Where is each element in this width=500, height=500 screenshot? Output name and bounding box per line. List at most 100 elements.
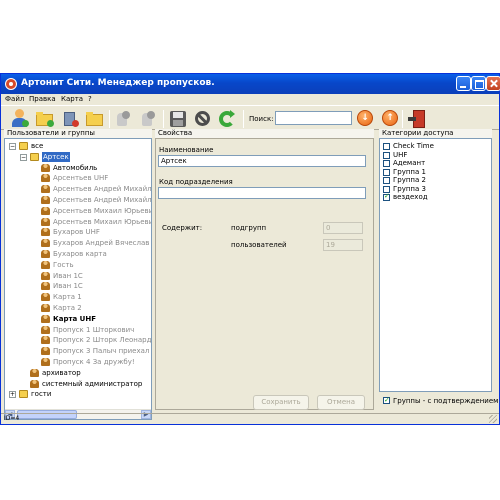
user-icon [41,250,50,258]
user-icon [41,314,50,323]
minimize-button[interactable] [456,76,471,91]
tree-item-label: Арсентьев Михаил Юрьевич [53,217,152,226]
tree-item-label: Карта UHF [53,314,96,323]
access-categories-list: Check Time UHF Адемант Группа 1 Группа 2 Груп… [379,138,492,392]
access-category-checkbox[interactable] [383,151,390,159]
user-icon [41,347,50,356]
tree-user-row[interactable]: Арсентьев Андрей Михайлови [5,184,151,194]
add-user-button[interactable] [10,109,30,129]
name-input[interactable]: Артсек [158,155,366,167]
tree-user-row[interactable]: Арсентьев UHF [5,173,151,183]
properties-header: Свойства [155,129,374,138]
resize-grip[interactable] [489,415,497,423]
refresh-icon[interactable] [217,109,237,129]
user-icon [41,271,50,280]
menu-help[interactable]: ? [88,95,92,103]
tree-user-row[interactable]: Иван 1С [5,281,151,291]
user-icon [41,293,50,302]
search-down-icon[interactable]: ↓ [357,110,373,126]
tree-group-row[interactable]: + гости [5,389,151,399]
add-group-button[interactable] [35,109,55,129]
search-input[interactable] [275,111,352,125]
user-icon [41,163,50,172]
tree-user-row[interactable]: Арсентьев Михаил Юрьевич [5,206,151,216]
close-button[interactable] [486,76,500,91]
tree-user-row[interactable]: Бухаров UHF [5,227,151,237]
subgroups-count: 0 [323,222,363,234]
user-icon [41,304,50,312]
maximize-button[interactable] [471,76,486,91]
paste-rights-button[interactable] [139,109,159,129]
user-icon [41,282,50,291]
tree-user-row[interactable]: Арсентьев Андрей Михайлови [5,195,151,205]
tree-user-row[interactable]: Карта 1 [5,292,151,302]
tree-item-label: гости [31,390,52,399]
access-category-checkbox[interactable] [383,177,390,184]
delete-button[interactable] [60,109,80,129]
tree-user-row[interactable]: Пропуск 3 Палыч приехал [5,346,151,356]
window-title: Артонит Сити. Менеджер пропусков. [21,78,215,88]
menu-edit[interactable]: Правка [29,95,56,103]
user-icon [41,174,50,183]
exit-icon[interactable] [407,109,427,129]
tree-user-row[interactable]: Карта 2 [5,303,151,313]
tree-group-row[interactable]: − Артсек [5,151,151,162]
menu-file[interactable]: Файл [5,95,24,103]
collapse-icon[interactable]: − [9,143,16,150]
access-category-checkbox[interactable] [383,168,390,176]
tree-user-row[interactable]: Автомобиль [5,163,151,173]
tree-user-row[interactable]: Гость [5,260,151,270]
app-logo-icon [5,78,17,90]
user-icon [41,239,50,248]
tree-user-row[interactable]: Пропуск 2 Шторк Леонарды [5,335,151,345]
tree-user-row[interactable]: Пропуск 1 Шторкович [5,325,151,335]
tree-user-row[interactable]: Иван 1С [5,271,151,281]
folder-icon[interactable] [85,109,105,129]
tree-item-label: Арсентьев Андрей Михайлови [53,185,152,194]
expand-icon[interactable]: + [9,391,16,399]
tree-user-row[interactable]: системный администратор [5,379,151,389]
status-bar: ID=4 [1,413,499,424]
collapse-icon[interactable]: − [20,153,27,161]
tree-item-label: Пропуск 3 Палыч приехал [53,347,150,356]
user-icon [30,368,39,377]
search-up-icon[interactable]: ↑ [382,110,398,126]
user-icon [41,217,50,226]
group-icon [19,390,28,399]
cancel-icon[interactable] [193,109,213,129]
menu-map[interactable]: Карта [61,95,83,103]
copy-rights-button[interactable] [114,109,134,129]
user-icon [41,196,50,204]
save-icon[interactable] [168,109,188,129]
tree-user-row[interactable]: Пропуск 4 За дружбу! [5,357,151,367]
code-input[interactable] [158,187,366,199]
access-category-checkbox[interactable] [383,160,390,167]
tree-user-row[interactable]: Бухаров карта [5,249,151,259]
tree-item-label: Пропуск 1 Шторкович [53,325,135,334]
user-icon [41,336,50,345]
tree-item-label: Бухаров Андрей Вячеслав [53,239,150,248]
tree-user-row[interactable]: архиватор [5,368,151,378]
access-category-checkbox[interactable] [383,192,390,201]
properties-panel: Наименование Артсек Код подразделения Со… [155,138,374,410]
tree-item-label: Бухаров карта [53,250,107,258]
toolbar: Поиск: ↓ ↑ [1,105,499,130]
tree-item-label: Иван 1С [53,282,83,291]
tree-user-row[interactable]: Карта UHF [5,314,151,324]
tree-group-row[interactable]: − все [5,141,151,151]
save-button[interactable]: Сохранить [253,395,309,410]
tree-user-row[interactable]: Бухаров Андрей Вячеслав [5,238,151,248]
user-icon [30,379,39,388]
users-label: пользователей [231,241,287,249]
tree-user-row[interactable]: Арсентьев Михаил Юрьевич [5,217,151,227]
cancel-button[interactable]: Отмена [317,395,365,410]
access-category-checkbox[interactable] [383,143,390,150]
tree-item-label: Арсентьев Михаил Юрьевич [53,206,152,215]
confirm-groups-checkbox[interactable] [383,395,390,405]
title-bar[interactable]: Артонит Сити. Менеджер пропусков. [1,74,500,94]
search-label: Поиск: [249,115,274,123]
users-count: 19 [323,239,363,251]
user-icon [41,228,50,237]
menu-bar: Файл Правка Карта ? [1,94,499,105]
users-groups-header: Пользователи и группы [4,129,152,138]
